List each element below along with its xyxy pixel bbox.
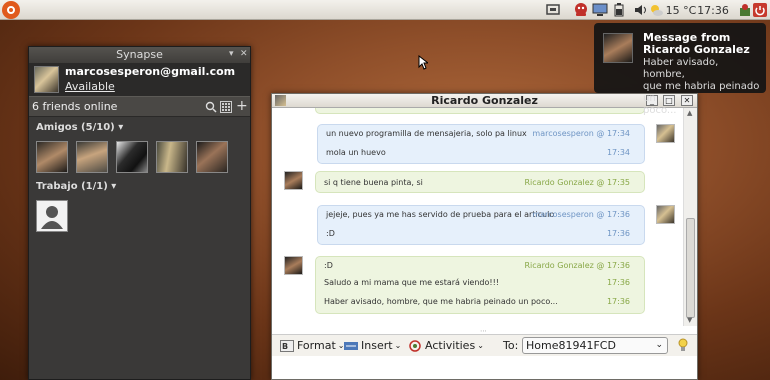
chevron-down-icon: ⌄ (655, 340, 663, 350)
recipient-select[interactable]: Home81941FCD (available) ⌄ (522, 337, 668, 367)
mouse-pointer-icon (418, 54, 430, 73)
user-panel: marcosesperon@gmail.com Available (29, 63, 250, 96)
group-amigos[interactable]: Amigos (5/10) ▾ (36, 122, 123, 133)
notification-body-line: Haber avisado, hombre, (643, 57, 719, 80)
message-meta: marcosesperon @ 17:34 (532, 129, 630, 138)
window-title[interactable]: Ricardo Gonzalez (272, 94, 697, 108)
user-switch-icon[interactable] (739, 2, 751, 18)
lightbulb-icon[interactable] (678, 338, 688, 356)
message-meta: Ricardo Gonzalez @ 17:35 (524, 178, 631, 187)
user-email: marcosesperon@gmail.com (65, 65, 236, 78)
format-label: Format (297, 339, 336, 352)
avatar (656, 124, 675, 143)
notification-title: Message from Ricardo Gonzalez (643, 32, 750, 56)
format-button[interactable]: B Format ⌄ (280, 339, 344, 352)
close-icon[interactable]: ✕ (240, 49, 248, 59)
activities-icon (409, 339, 421, 352)
group-label: Trabajo (1/1) (36, 181, 108, 192)
online-bar: 6 friends online + (29, 96, 250, 117)
message-meta: marcosesperon @ 17:36 (532, 210, 630, 219)
battery-icon[interactable] (612, 2, 626, 18)
friend-avatar[interactable] (36, 141, 68, 173)
activities-button[interactable]: Activities ⌄ (409, 339, 484, 352)
message-meta: 17:36 (606, 229, 630, 238)
message-bubble (315, 108, 645, 114)
friend-avatar[interactable] (116, 141, 148, 173)
clock[interactable]: 17:36 (696, 2, 730, 18)
pidgin-icon[interactable] (572, 2, 590, 18)
insert-icon (344, 341, 358, 350)
scrollbar-thumb[interactable] (686, 218, 695, 318)
notification-avatar (603, 33, 633, 63)
message-bubble: :D Ricardo Gonzalez @ 17:36 Saludo a mi … (315, 256, 645, 314)
message-meta: Ricardo Gonzalez @ 17:36 (524, 261, 631, 270)
format-icon: B (280, 339, 294, 352)
message-text: Haber avisado, hombre, que me habria pei… (324, 297, 558, 306)
message-meta: 17:36 (606, 297, 630, 306)
message-text: si q tiene buena pinta, si (324, 178, 423, 187)
synapse-window: Synapse ▾ ✕ marcosesperon@gmail.com Avai… (28, 46, 251, 380)
weather-temperature[interactable]: 15 °C (663, 2, 699, 18)
network-icon[interactable] (592, 2, 608, 18)
group-trabajo[interactable]: Trabajo (1/1) ▾ (36, 181, 116, 192)
message-text: jejeje, pues ya me has servido de prueba… (326, 210, 555, 219)
default-avatar-icon[interactable] (36, 200, 68, 232)
activities-label: Activities (425, 339, 476, 352)
grid-view-icon[interactable] (220, 101, 232, 116)
message-input[interactable] (272, 356, 697, 379)
message-meta: 17:36 (606, 278, 630, 287)
notification-bubble[interactable]: Message from Ricardo Gonzalez Haber avis… (594, 23, 766, 116)
chat-title: Ricardo Gonzalez (431, 94, 538, 107)
insert-button[interactable]: Insert ⌄ (344, 339, 401, 352)
avatar (656, 205, 675, 224)
message-text: un nuevo programilla de mensajeria, solo… (326, 129, 527, 138)
avatar (284, 256, 303, 275)
display-icon[interactable] (545, 2, 561, 18)
message-bubble: si q tiene buena pinta, si Ricardo Gonza… (315, 171, 645, 193)
chat-window: Ricardo Gonzalez _ □ ✕ un nuevo programi… (271, 93, 698, 380)
add-icon[interactable]: + (236, 98, 248, 114)
conversation-view: un nuevo programilla de mensajeria, solo… (272, 108, 683, 326)
svg-text:B: B (282, 342, 288, 351)
menu-arrow-icon[interactable]: ▾ (229, 49, 234, 59)
status-link[interactable]: Available (65, 80, 115, 93)
volume-icon[interactable] (633, 2, 649, 18)
notification-title-line: Ricardo Gonzalez (643, 43, 750, 56)
friend-avatar[interactable] (76, 141, 108, 173)
message-bubble: un nuevo programilla de mensajeria, solo… (317, 124, 645, 164)
ubuntu-menu-icon[interactable] (2, 1, 20, 19)
power-icon[interactable] (753, 2, 767, 18)
message-meta: 17:34 (606, 148, 630, 157)
avatar (284, 171, 303, 190)
notification-body: Haber avisado, hombre, que me habria pei… (643, 57, 761, 117)
window-avatar-icon (275, 95, 286, 106)
search-icon[interactable] (205, 101, 217, 116)
group-label: Amigos (5/10) (36, 122, 115, 133)
avatar[interactable] (34, 66, 59, 93)
message-text: :D (324, 261, 333, 270)
message-text: Saludo a mi mama que me estará viendo!!! (324, 278, 500, 287)
insert-label: Insert (361, 339, 393, 352)
chat-toolbar: B Format ⌄ Insert ⌄ Activities ⌄ To: Home81… (272, 334, 697, 367)
scroll-down-icon[interactable]: ▼ (687, 316, 692, 324)
message-bubble: jejeje, pues ya me has servido de prueba… (317, 205, 645, 245)
to-label: To: (503, 339, 519, 352)
online-count: 6 friends online (32, 100, 118, 113)
friend-avatar[interactable] (156, 141, 188, 173)
message-text: mola un huevo (326, 148, 386, 157)
scrollbar[interactable]: ▲ ▼ (683, 108, 697, 326)
friend-avatar[interactable] (196, 141, 228, 173)
notification-body-line: poco... (643, 105, 677, 116)
notification-body-line: que me habria peinado un (643, 81, 760, 104)
top-panel: 15 °C 17:36 (0, 0, 770, 20)
window-title[interactable]: Synapse (29, 47, 250, 63)
message-text: :D (326, 229, 335, 238)
weather-icon[interactable] (649, 2, 663, 18)
